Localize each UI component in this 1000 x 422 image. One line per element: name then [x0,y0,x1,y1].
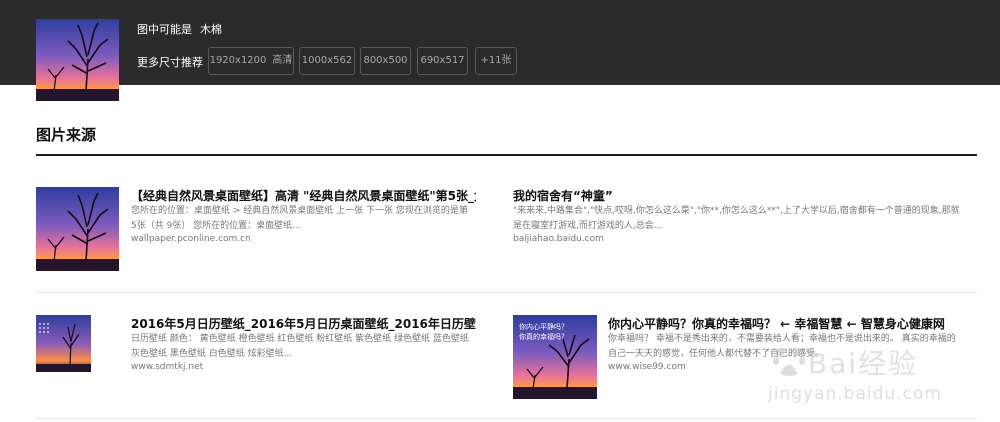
result-description: 您所在的位置：桌面壁纸 > 经典自然风景桌面壁纸 上一张 下一张 您现在浏览的是… [131,206,468,231]
calendar-wallpaper-image [36,315,91,372]
recognition-result: 图中可能是 木棉 [137,21,222,37]
result-source[interactable]: www.sdmtkj.net [131,362,203,372]
size-option-label: +11张 [480,55,512,66]
row-divider [36,292,977,293]
result-item[interactable]: 2016年5月日历壁纸_2016年5月日历桌面壁纸_2016年日历壁纸_美 日历… [36,315,476,375]
size-option-label: 690x517 [420,55,465,66]
size-option-label: 1000x562 [301,55,353,66]
result-description: 日历壁纸 颜色： 黄色壁纸 橙色壁纸 红色壁纸 粉红壁纸 紫色壁纸 绿色壁纸 蓝… [131,334,469,359]
sunset-tree-image [36,19,119,101]
result-title-link[interactable]: 你内心平静吗？你真的幸福吗？ ← 幸福智慧 ← 智慧身心健康网 [608,315,963,332]
sunset-tree-image [36,187,119,271]
result-description: "来来来,中路集合","快点,哎呀,你怎么这么菜","你**,你怎么这么**",… [513,206,960,231]
result-title-link[interactable]: 我的宿舍有“神童” [513,187,963,204]
size-option-hd-tag: 高清 [272,55,293,66]
result-item[interactable]: 我的宿舍有“神童” "来来来,中路集合","快点,哎呀,你怎么这么菜","你**… [513,187,963,247]
result-title-link[interactable]: 【经典自然风景桌面壁纸】高清 "经典自然风景桌面壁纸"第5张_太平 [131,187,476,204]
thumbnail-caption-line-1: 你内心平静吗？ [519,322,568,331]
size-option-1920x1200[interactable]: 1920x1200 高清 [208,47,294,75]
more-sizes-label: 更多尺寸推荐 [137,56,203,69]
result-source[interactable]: baijiahao.baidu.com [513,234,604,244]
thumbnail-caption-line-2: 你真的幸福吗？ [519,332,568,341]
result-description: 你幸福吗？ 幸福不是秀出来的，不需要装给人看；幸福也不是说出来的。 真实的幸福的… [608,334,956,359]
result-thumbnail[interactable]: 你内心平静吗？ 你真的幸福吗？ [513,315,597,399]
result-title-link[interactable]: 2016年5月日历壁纸_2016年5月日历桌面壁纸_2016年日历壁纸_美 [131,315,476,332]
happiness-article-image: 你内心平静吗？ 你真的幸福吗？ [513,315,597,399]
result-item[interactable]: 【经典自然风景桌面壁纸】高清 "经典自然风景桌面壁纸"第5张_太平 您所在的位置… [36,187,476,277]
result-source[interactable]: wallpaper.pconline.com.cn [131,234,251,244]
result-thumbnail[interactable] [36,315,91,372]
query-image[interactable] [36,19,119,101]
size-option-label: 800x500 [363,55,408,66]
size-option-800x500[interactable]: 800x500 [360,47,411,75]
section-title: 图片来源 [36,126,97,144]
recognition-label: 图中可能是 [137,23,192,36]
section-divider [36,154,977,156]
result-thumbnail[interactable] [36,187,119,271]
size-option-label: 1920x1200 [209,55,267,66]
size-option-1000x562[interactable]: 1000x562 [299,47,355,75]
result-item[interactable]: 你内心平静吗？ 你真的幸福吗？ 你内心平静吗？你真的幸福吗？ ← 幸福智慧 ← … [513,315,963,400]
size-option-more[interactable]: +11张 [475,47,517,75]
row-divider [36,418,977,419]
result-source[interactable]: www.wise99.com [608,362,686,372]
result-header: 图中可能是 木棉 更多尺寸推荐 1920x1200 高清 1000x562 800x… [0,0,1000,101]
size-option-690x517[interactable]: 690x517 [417,47,468,75]
recognition-value[interactable]: 木棉 [200,23,222,36]
